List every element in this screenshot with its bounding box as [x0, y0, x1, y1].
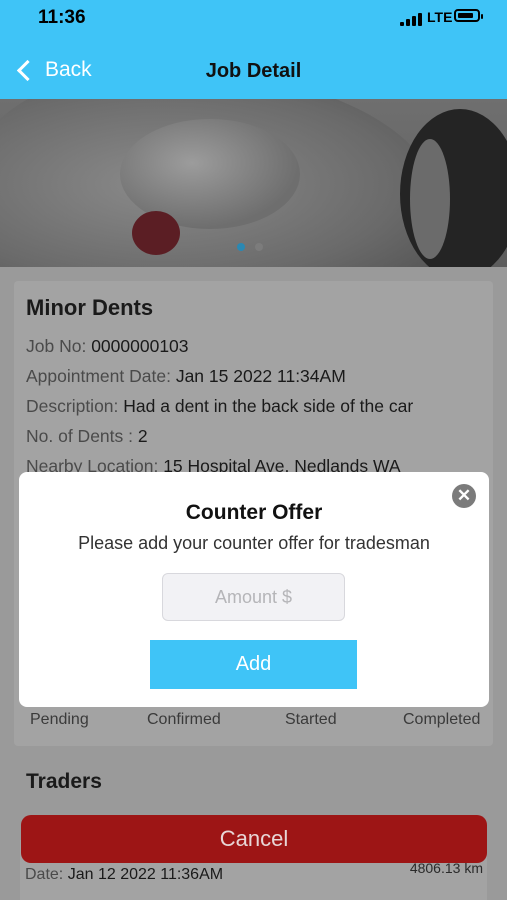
appointment-label: Appointment Date:	[26, 366, 171, 386]
job-no-row: Job No: 0000000103	[26, 336, 189, 357]
carousel-dot-active[interactable]	[237, 243, 245, 251]
dents-label: No. of Dents :	[26, 426, 133, 446]
status-step-confirmed: Confirmed	[147, 711, 221, 728]
traders-heading: Traders	[26, 770, 102, 793]
counter-offer-modal: ✕ Counter Offer Please add your counter …	[19, 472, 489, 707]
nav-bar: Back Job Detail	[0, 36, 507, 99]
job-title: Minor Dents	[26, 295, 154, 320]
description-row: Description: Had a dent in the back side…	[26, 396, 413, 417]
job-no-label: Job No:	[26, 336, 87, 356]
modal-subtitle: Please add your counter offer for trades…	[78, 533, 430, 553]
add-button[interactable]: Add	[150, 640, 357, 689]
carousel-dots	[237, 238, 273, 256]
dents-row: No. of Dents : 2	[26, 426, 148, 447]
trader-date-label: Date:	[25, 866, 64, 883]
carousel-dot[interactable]	[255, 243, 263, 251]
status-step-started: Started	[285, 711, 337, 728]
signal-icon	[400, 12, 424, 26]
status-bar: 11:36 LTE	[0, 0, 507, 36]
trader-date-value: Jan 12 2022 11:36AM	[67, 866, 224, 883]
description-value: Had a dent in the back side of the car	[123, 396, 414, 416]
network-type: LTE	[427, 9, 453, 25]
page-title: Job Detail	[205, 60, 302, 82]
status-step-completed: Completed	[403, 711, 481, 728]
appointment-value: Jan 15 2022 11:34AM	[175, 366, 346, 386]
trader-date-row: Date: Jan 12 2022 11:36AM	[25, 866, 223, 884]
status-step-pending: Pending	[30, 711, 89, 728]
status-time: 11:36	[38, 7, 86, 28]
appointment-row: Appointment Date: Jan 15 2022 11:34AM	[26, 366, 346, 387]
dents-value: 2	[137, 426, 148, 446]
description-label: Description:	[26, 396, 119, 416]
wheel-rim	[410, 139, 450, 259]
modal-title: Counter Offer	[185, 501, 323, 524]
battery-icon	[454, 9, 483, 22]
tail-light	[132, 211, 180, 255]
amount-input[interactable]	[162, 573, 345, 621]
cancel-button[interactable]: Cancel	[21, 815, 487, 863]
job-no-value: 0000000103	[91, 336, 189, 356]
